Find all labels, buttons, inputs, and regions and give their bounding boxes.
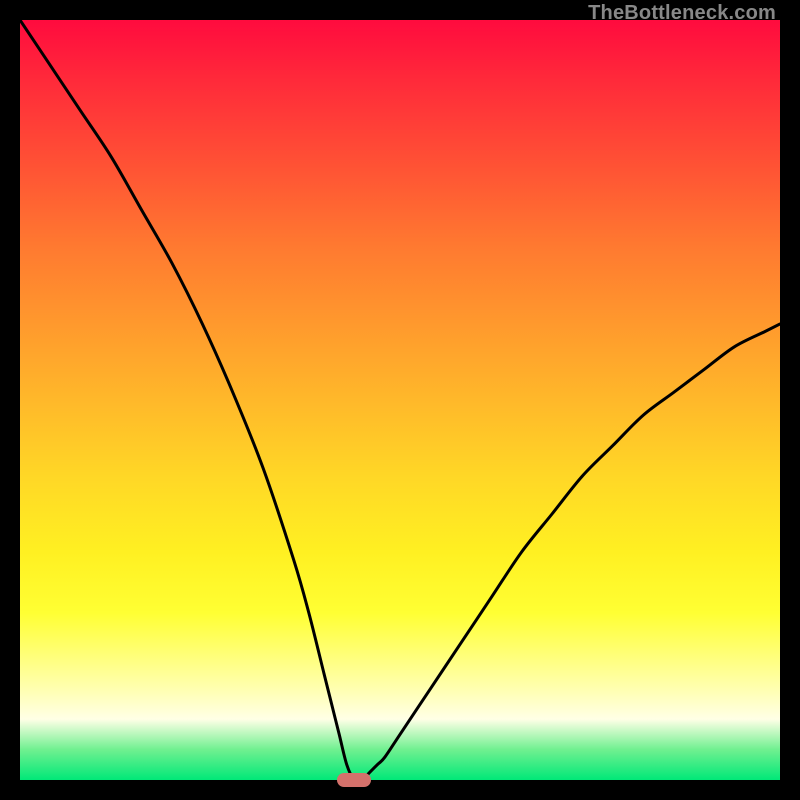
minimum-marker: [337, 773, 371, 787]
chart-frame: TheBottleneck.com: [0, 0, 800, 800]
plot-gradient-area: [20, 20, 780, 780]
